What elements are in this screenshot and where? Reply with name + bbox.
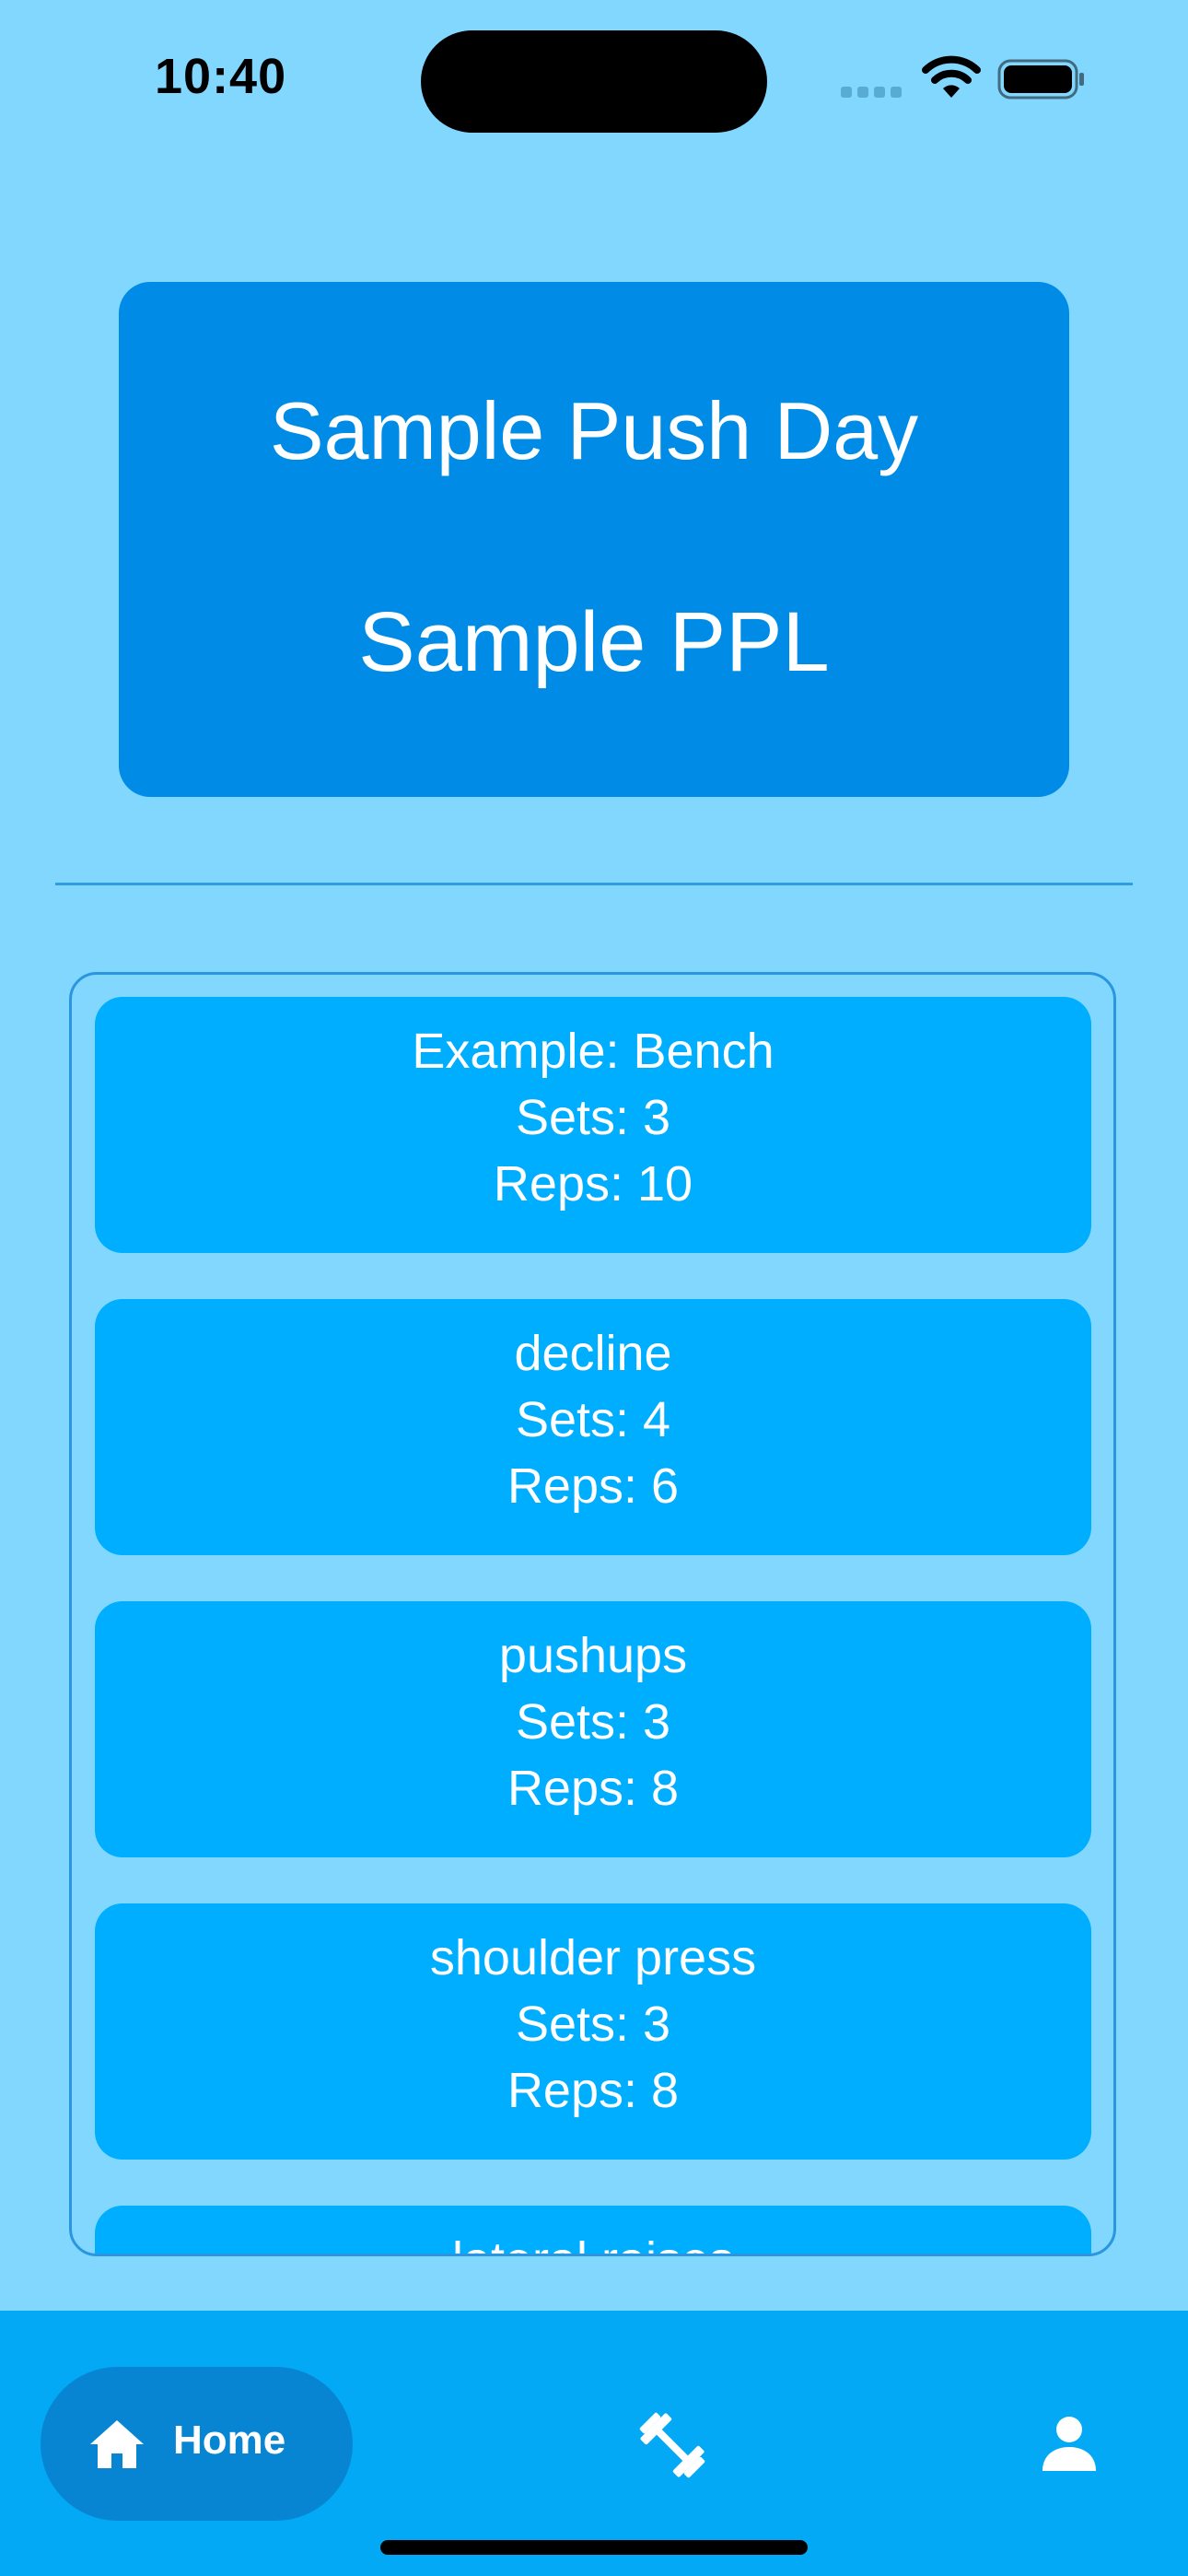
cellular-signal-icon [841,87,903,98]
exercise-list[interactable]: Example: Bench Sets: 3 Reps: 10 decline … [69,972,1116,2256]
nav-home-label: Home [173,2418,286,2463]
exercise-card[interactable]: decline Sets: 4 Reps: 6 [95,1299,1091,1555]
divider [55,883,1133,885]
exercise-sets: Sets: 3 [515,1090,671,1145]
exercise-name: lateral raises [95,2235,1091,2254]
exercise-name: decline [514,1326,672,1381]
wifi-icon [922,55,981,98]
status-time: 10:40 [155,49,287,104]
exercise-name: pushups [498,1628,688,1683]
exercise-sets: Sets: 3 [515,1996,671,2052]
dumbbell-icon[interactable] [635,2408,709,2482]
exercise-card[interactable]: Example: Bench Sets: 3 Reps: 10 [95,997,1091,1253]
exercise-card[interactable]: pushups Sets: 3 Reps: 8 [95,1601,1091,1857]
exercise-name: Example: Bench [412,1024,775,1079]
dynamic-island [421,30,767,133]
exercise-reps: Reps: 6 [507,1458,680,1514]
exercise-card[interactable]: lateral raises [95,2206,1091,2254]
battery-icon [997,59,1084,100]
person-icon[interactable] [1039,2416,1100,2471]
exercise-sets: Sets: 4 [515,1392,671,1447]
exercise-card[interactable]: shoulder press Sets: 3 Reps: 8 [95,1903,1091,2160]
exercise-reps: Reps: 8 [507,1761,680,1816]
exercise-reps: Reps: 10 [493,1156,693,1212]
home-icon [90,2420,144,2468]
nav-home-button[interactable]: Home [41,2367,353,2521]
exercise-sets: Sets: 3 [515,1694,671,1750]
exercise-name: shoulder press [429,1930,757,1985]
program-name: Sample PPL [358,595,830,689]
workout-title: Sample Push Day [269,385,919,476]
exercise-reps: Reps: 8 [507,2063,680,2118]
workout-header-card[interactable]: Sample Push Day Sample PPL [119,282,1069,797]
home-indicator [380,2540,808,2555]
bottom-nav: Home [0,2311,1188,2576]
